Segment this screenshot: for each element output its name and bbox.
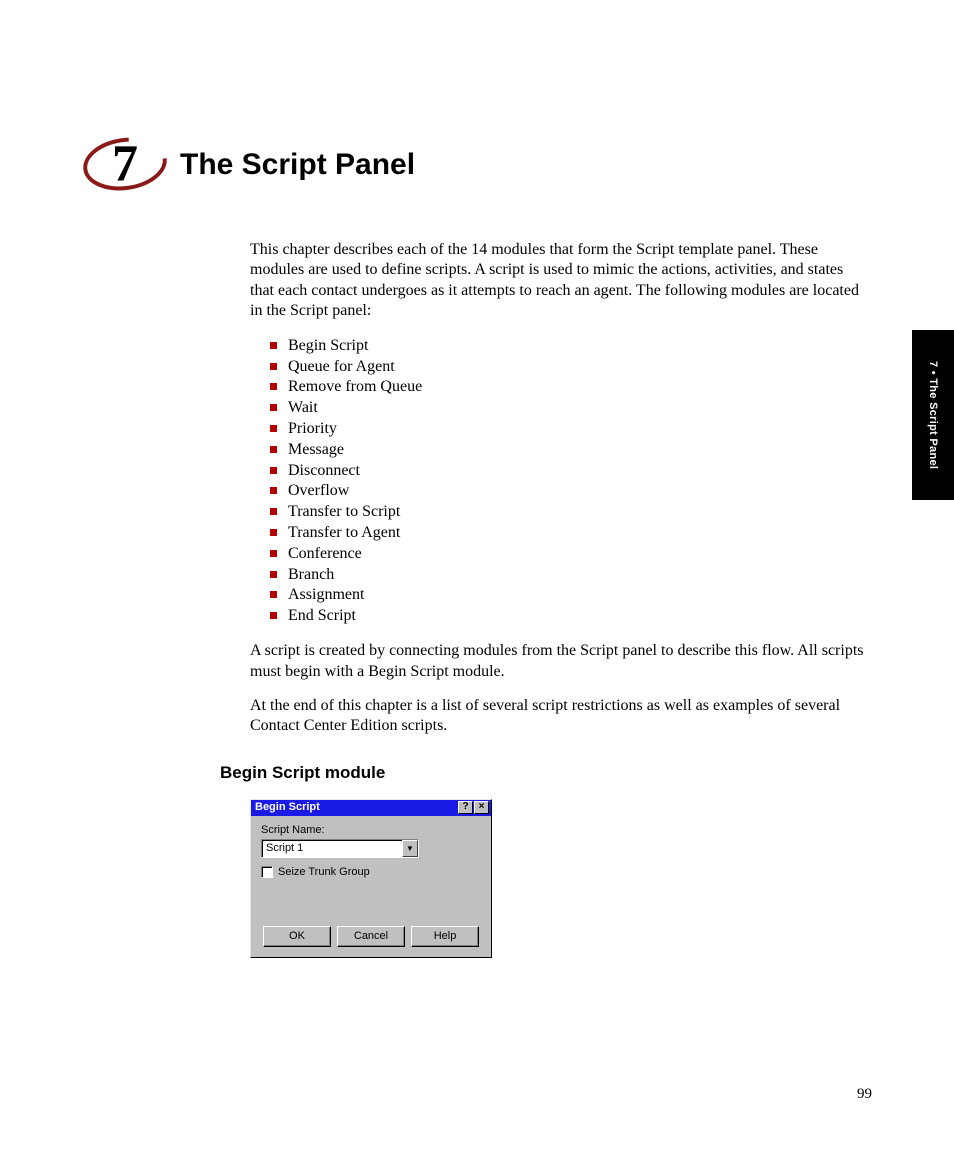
list-item: Begin Script — [270, 336, 864, 357]
help-button[interactable]: Help — [411, 926, 479, 947]
list-item: Transfer to Agent — [270, 523, 864, 544]
list-item: Priority — [270, 419, 864, 440]
help-icon[interactable]: ? — [458, 801, 473, 814]
list-item: Queue for Agent — [270, 357, 864, 378]
list-item: Overflow — [270, 481, 864, 502]
chapter-header: 7 The Script Panel — [80, 130, 874, 200]
dialog-titlebar: Begin Script ? × — [251, 800, 491, 816]
seize-trunk-group-checkbox[interactable] — [261, 866, 273, 878]
cancel-button[interactable]: Cancel — [337, 926, 405, 947]
seize-trunk-group-label: Seize Trunk Group — [278, 866, 370, 878]
side-thumb-tab: 7 • The Script Panel — [912, 330, 954, 500]
list-item: Wait — [270, 398, 864, 419]
list-item: Message — [270, 440, 864, 461]
chapter-title: The Script Panel — [180, 148, 415, 182]
begin-script-dialog: Begin Script ? × Script Name: Script 1 ▼… — [250, 799, 492, 958]
list-item: Remove from Queue — [270, 377, 864, 398]
chevron-down-icon[interactable]: ▼ — [402, 840, 418, 857]
script-name-value: Script 1 — [262, 840, 402, 857]
list-item: Disconnect — [270, 461, 864, 482]
script-name-label: Script Name: — [261, 824, 481, 836]
intro-paragraph: This chapter describes each of the 14 mo… — [250, 240, 864, 322]
list-item: Conference — [270, 544, 864, 565]
list-item: End Script — [270, 606, 864, 627]
section-heading-begin-script: Begin Script module — [220, 763, 874, 783]
module-list: Begin Script Queue for Agent Remove from… — [270, 336, 864, 627]
close-icon[interactable]: × — [474, 801, 489, 814]
chapter-number-text: 7 — [112, 134, 138, 193]
dialog-title: Begin Script — [255, 801, 320, 813]
paragraph-3: At the end of this chapter is a list of … — [250, 696, 864, 737]
page-number: 99 — [857, 1086, 872, 1103]
list-item: Assignment — [270, 585, 864, 606]
ok-button[interactable]: OK — [263, 926, 331, 947]
side-tab-label: 7 • The Script Panel — [927, 353, 939, 477]
script-name-combobox[interactable]: Script 1 ▼ — [261, 839, 419, 858]
list-item: Transfer to Script — [270, 502, 864, 523]
list-item: Branch — [270, 565, 864, 586]
paragraph-2: A script is created by connecting module… — [250, 641, 864, 682]
chapter-number-badge: 7 — [80, 130, 170, 200]
